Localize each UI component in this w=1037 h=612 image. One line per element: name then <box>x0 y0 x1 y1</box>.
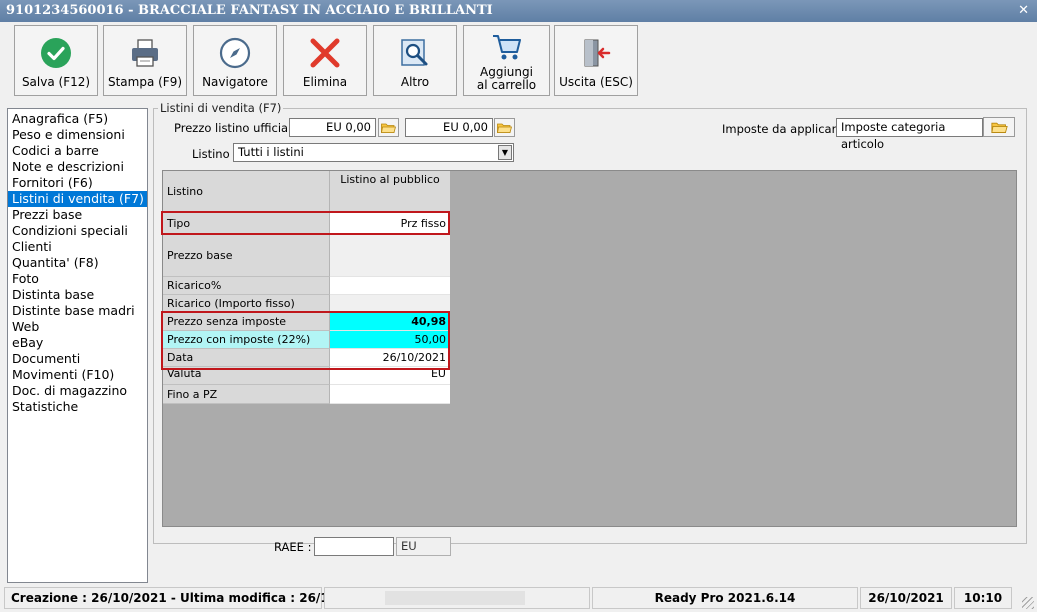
imposte-field[interactable]: Imposte categoria articolo <box>836 118 983 151</box>
raee-label: RAEE : <box>274 540 312 554</box>
grid-row-label: Ricarico% <box>163 277 330 295</box>
add-to-cart-button-label: Aggiungi al carrello <box>476 65 537 92</box>
group-title: Listini di vendita (F7) <box>158 101 284 115</box>
window-title-bar: 9101234560016 - BRACCIALE FANTASY IN ACC… <box>0 0 1037 22</box>
grid-column-header: Listino al pubblico <box>330 171 450 213</box>
highlight-box-prezzi <box>161 311 450 370</box>
sidebar: Anagrafica (F5) Peso e dimensioni Codici… <box>7 108 148 583</box>
delete-button-label: Elimina <box>302 75 348 89</box>
sidebar-item-documenti[interactable]: Documenti <box>8 351 147 367</box>
exit-door-icon <box>584 39 611 67</box>
sidebar-item-listini-vendita[interactable]: Listini di vendita (F7) <box>8 191 147 207</box>
folder-icon <box>497 123 512 133</box>
navigator-button-label: Navigatore <box>202 75 268 89</box>
other-button[interactable]: Altro <box>373 25 457 96</box>
delete-button[interactable]: Elimina <box>283 25 367 96</box>
magnifier-icon <box>401 39 428 66</box>
window-title: 9101234560016 - BRACCIALE FANTASY IN ACC… <box>6 3 493 18</box>
sidebar-item-statistiche[interactable]: Statistiche <box>8 399 147 415</box>
sidebar-item-prezzi-base[interactable]: Prezzi base <box>8 207 147 223</box>
sidebar-item-web[interactable]: Web <box>8 319 147 335</box>
compass-icon <box>219 37 251 69</box>
sidebar-item-fornitori[interactable]: Fornitori (F6) <box>8 175 147 191</box>
folder-icon <box>990 122 1008 133</box>
check-circle-icon <box>41 38 71 68</box>
exit-button-label: Uscita (ESC) <box>559 75 633 89</box>
cart-icon <box>492 35 521 60</box>
sidebar-item-movimenti[interactable]: Movimenti (F10) <box>8 367 147 383</box>
sidebar-item-condizioni-speciali[interactable]: Condizioni speciali <box>8 223 147 239</box>
sidebar-item-peso-dimensioni[interactable]: Peso e dimensioni <box>8 127 147 143</box>
grid-cell-ricarico[interactable] <box>330 277 450 295</box>
sidebar-item-codici-barre[interactable]: Codici a barre <box>8 143 147 159</box>
status-version: Ready Pro 2021.6.14 <box>592 587 858 609</box>
folder-icon <box>381 123 396 133</box>
other-button-label: Altro <box>400 75 430 89</box>
save-button[interactable]: Salva (F12) <box>14 25 98 96</box>
grid-row-label: Listino <box>163 171 330 213</box>
sidebar-item-clienti[interactable]: Clienti <box>8 239 147 255</box>
sidebar-item-ebay[interactable]: eBay <box>8 335 147 351</box>
raee-field[interactable] <box>314 537 394 556</box>
prezzo-listino-folder-button-2[interactable] <box>494 118 515 137</box>
sidebar-item-distinte-madri[interactable]: Distinte base madri <box>8 303 147 319</box>
add-to-cart-button[interactable]: Aggiungi al carrello <box>463 25 550 96</box>
grid-row-label: Fino a PZ <box>163 385 330 404</box>
prezzo-listino-label: Prezzo listino ufficiale : <box>174 121 306 135</box>
status-time: 10:10 <box>954 587 1012 609</box>
prezzo-listino-field-2[interactable]: EU 0,00 <box>405 118 493 137</box>
resize-grip-icon[interactable] <box>1022 597 1034 609</box>
print-button[interactable]: Stampa (F9) <box>103 25 187 96</box>
exit-button[interactable]: Uscita (ESC) <box>554 25 638 96</box>
highlight-box-tipo <box>161 211 450 235</box>
chevron-down-icon[interactable]: ▼ <box>498 145 512 160</box>
sidebar-item-doc-magazzino[interactable]: Doc. di magazzino <box>8 383 147 399</box>
listino-select[interactable]: Tutti i listini ▼ <box>233 143 514 162</box>
status-date: 26/10/2021 <box>860 587 952 609</box>
grid-row-label: Prezzo base <box>163 235 330 277</box>
save-button-label: Salva (F12) <box>21 75 91 89</box>
prezzo-listino-field-1[interactable]: EU 0,00 <box>289 118 376 137</box>
print-button-label: Stampa (F9) <box>107 75 183 89</box>
sidebar-item-foto[interactable]: Foto <box>8 271 147 287</box>
navigator-button[interactable]: Navigatore <box>193 25 277 96</box>
sidebar-item-note[interactable]: Note e descrizioni <box>8 159 147 175</box>
prezzo-listino-folder-button-1[interactable] <box>378 118 399 137</box>
listino-label: Listino : <box>192 147 238 161</box>
toolbar: Salva (F12) Stampa (F9) Navigatore Elimi… <box>0 22 1037 100</box>
grid-cell-prezzo-base[interactable] <box>330 235 450 277</box>
sidebar-item-quantita[interactable]: Quantita' (F8) <box>8 255 147 271</box>
imposte-folder-button[interactable] <box>983 117 1015 137</box>
listino-select-value: Tutti i listini <box>238 145 304 159</box>
close-icon[interactable]: ✕ <box>1018 0 1029 22</box>
imposte-label: Imposte da applicare : <box>722 122 851 136</box>
sidebar-item-anagrafica[interactable]: Anagrafica (F5) <box>8 111 147 127</box>
status-progress <box>324 587 590 609</box>
grid-cell-fino-pz[interactable] <box>330 385 450 404</box>
printer-icon <box>132 39 158 67</box>
sidebar-item-distinta-base[interactable]: Distinta base <box>8 287 147 303</box>
x-icon <box>310 38 340 68</box>
status-dates: Creazione : 26/10/2021 - Ultima modifica… <box>4 587 375 609</box>
status-bar: Creazione : 26/10/2021 - Ultima modifica… <box>0 583 1037 612</box>
raee-currency: EU <box>396 537 451 556</box>
